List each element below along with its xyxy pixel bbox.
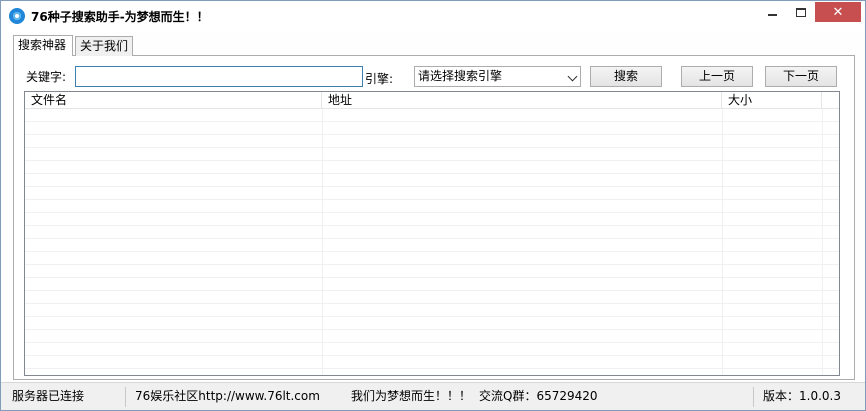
column-header-filename[interactable]: 文件名 <box>25 92 322 109</box>
status-connection: 服务器已连接 <box>12 389 85 403</box>
status-qq-group: 交流Q群：65729420 <box>479 389 598 403</box>
engine-selected-value: 请选择搜索引擎 <box>418 69 503 83</box>
status-bar: 服务器已连接 76娱乐社区http://www.76lt.com 我们为梦想而生… <box>1 382 865 410</box>
keyword-input[interactable] <box>75 66 363 87</box>
status-separator <box>125 387 126 407</box>
prev-page-button[interactable]: 上一页 <box>681 66 753 87</box>
chevron-down-icon <box>567 71 578 82</box>
app-logo-icon <box>9 8 25 24</box>
maximize-button[interactable] <box>787 2 814 22</box>
app-window: 76种子搜索助手-为梦想而生！！ ✕ 搜索神器 关于我们 关键字: 引擎: 请选… <box>0 0 866 411</box>
search-button[interactable]: 搜索 <box>590 66 662 87</box>
status-separator <box>753 387 754 407</box>
column-divider <box>822 109 823 375</box>
status-version: 版本：1.0.0.3 <box>763 389 841 403</box>
column-divider <box>722 109 723 375</box>
minimize-icon <box>768 14 777 16</box>
close-button[interactable]: ✕ <box>815 2 861 22</box>
engine-select[interactable]: 请选择搜索引擎 <box>414 66 581 87</box>
results-table[interactable]: 文件名 地址 大小 <box>24 91 840 376</box>
column-header-size[interactable]: 大小 <box>722 92 822 109</box>
status-site-link[interactable]: 76娱乐社区http://www.76lt.com <box>127 383 320 410</box>
status-slogan: 我们为梦想而生！！！ <box>351 389 472 403</box>
table-header: 文件名 地址 大小 <box>25 92 839 109</box>
table-rows <box>25 109 839 375</box>
engine-label: 引擎: <box>365 72 394 86</box>
close-icon: ✕ <box>832 4 844 20</box>
keyword-label: 关键字: <box>26 70 67 84</box>
window-title: 76种子搜索助手-为梦想而生！！ <box>31 10 209 24</box>
maximize-icon <box>795 7 806 17</box>
next-page-button[interactable]: 下一页 <box>765 66 837 87</box>
column-header-address[interactable]: 地址 <box>322 92 722 109</box>
tab-search[interactable]: 搜索神器 <box>13 35 73 56</box>
tab-about[interactable]: 关于我们 <box>75 36 133 56</box>
title-bar[interactable]: 76种子搜索助手-为梦想而生！！ ✕ <box>1 1 865 31</box>
column-divider <box>322 109 323 375</box>
minimize-button[interactable] <box>759 2 786 22</box>
